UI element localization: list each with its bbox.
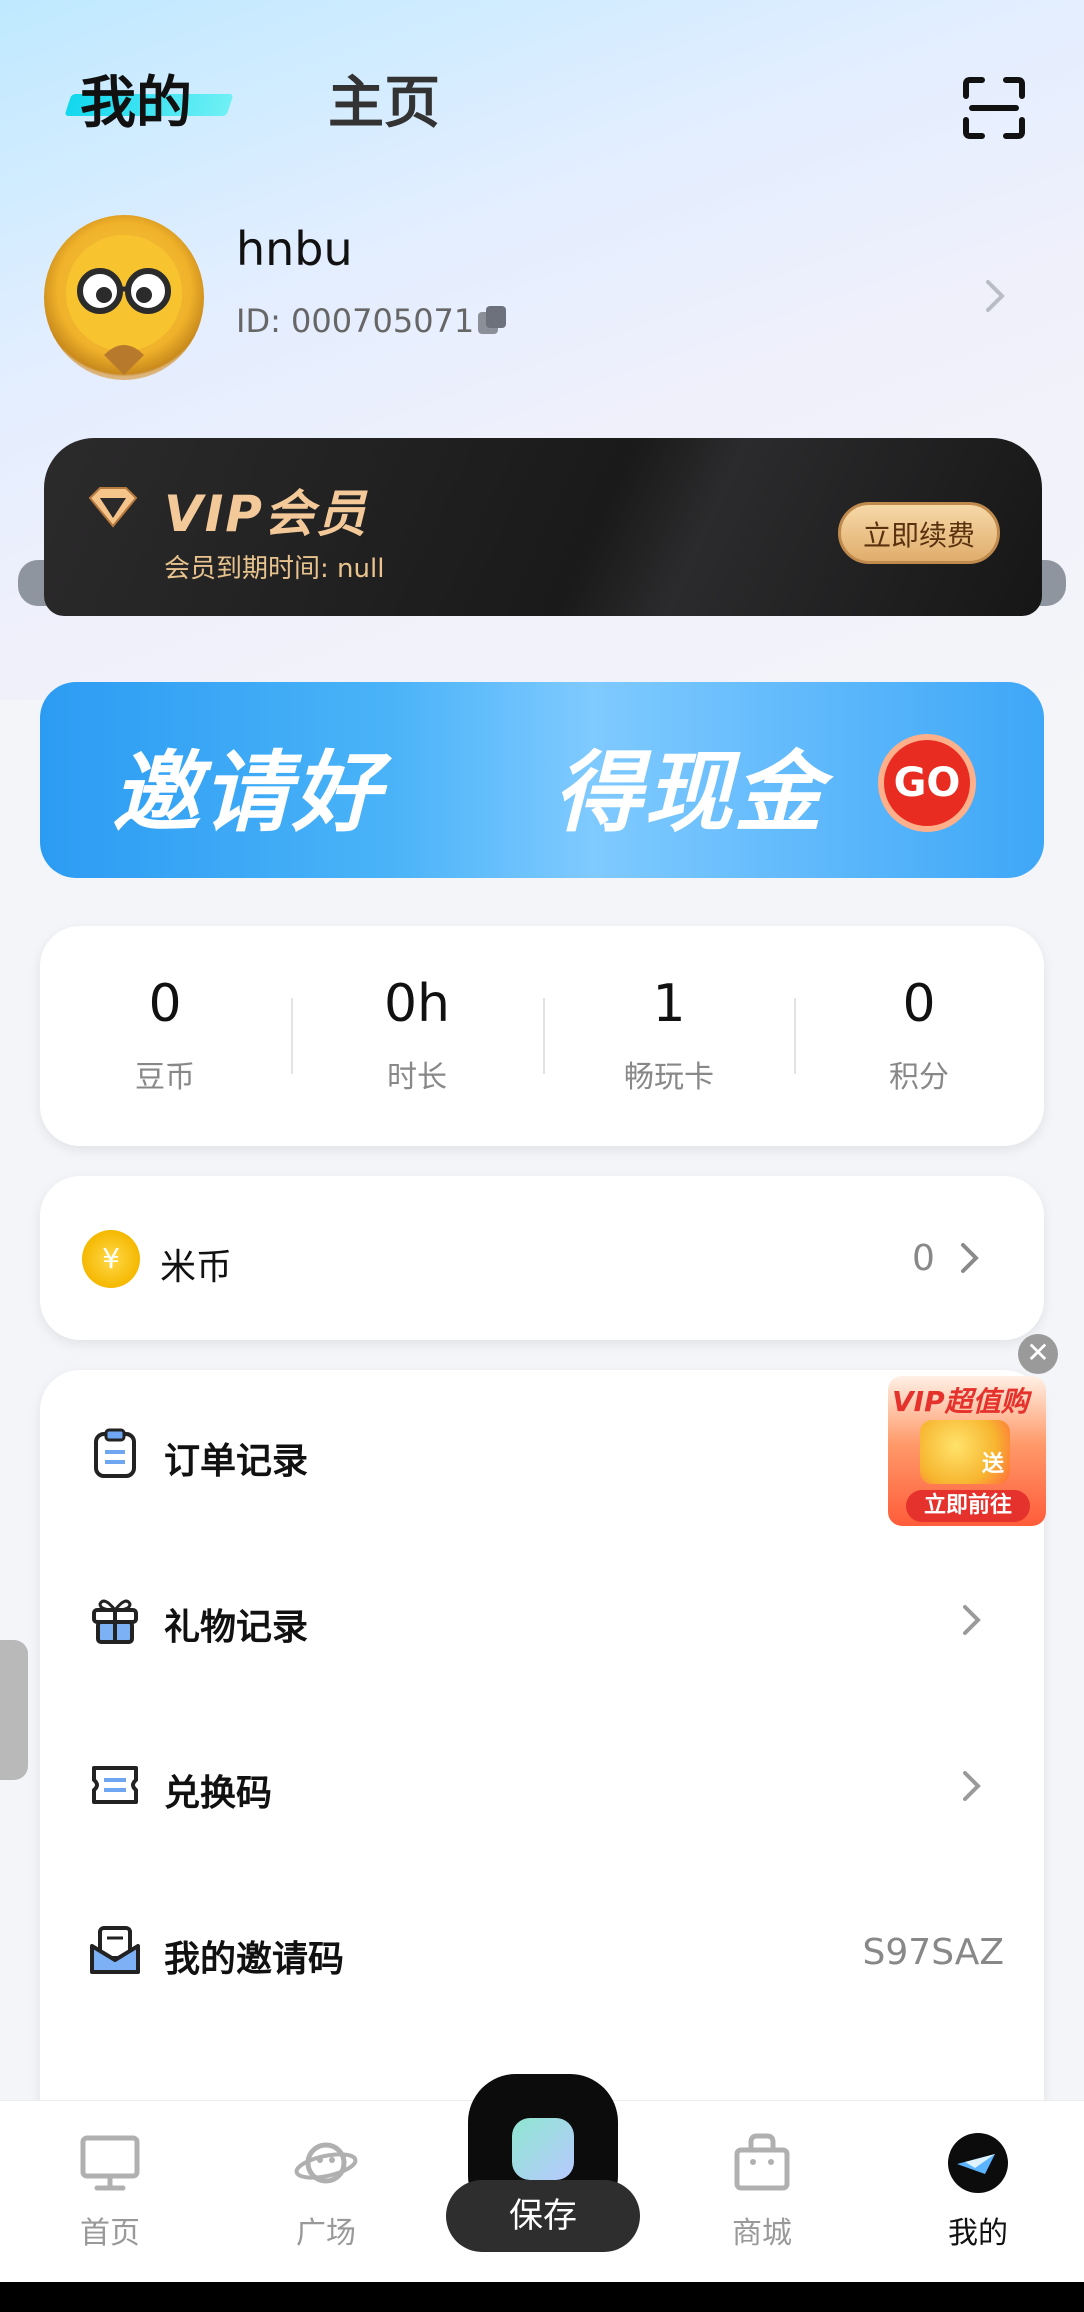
diamond-icon <box>88 487 138 528</box>
vip-expire-text: 会员到期时间: null <box>164 554 385 584</box>
profile-logo-icon <box>948 2133 1008 2193</box>
avatar[interactable] <box>44 215 204 380</box>
stat-item-playcard[interactable]: 1 畅玩卡 <box>544 974 794 1096</box>
menu-item-label: 礼物记录 <box>164 1607 309 1648</box>
chevron-right-icon <box>963 1605 981 1635</box>
shopping-bag-icon <box>734 2133 790 2191</box>
center-orb-icon <box>512 2118 574 2180</box>
promo-go-button[interactable]: 立即前往 <box>906 1490 1030 1522</box>
invite-banner-text-right: 得现金 <box>554 741 825 844</box>
gift-icon <box>92 1599 138 1644</box>
ticket-icon <box>92 1766 138 1804</box>
chevron-right-icon[interactable] <box>958 1240 982 1276</box>
stat-label: 时长 <box>387 1060 447 1095</box>
go-button[interactable]: GO <box>878 734 976 832</box>
nav-label: 首页 <box>80 2216 140 2251</box>
gift-box-icon: 送 <box>920 1420 1010 1484</box>
coin-icon: ¥ <box>82 1230 140 1288</box>
nav-item-home[interactable]: 首页 <box>30 2130 190 2252</box>
side-drawer-handle[interactable] <box>0 1640 28 1780</box>
planet-icon <box>294 2142 358 2184</box>
renew-button[interactable]: 立即续费 <box>838 502 1000 564</box>
nav-item-square[interactable]: 广场 <box>246 2130 406 2252</box>
save-button[interactable]: 保存 <box>446 2180 640 2252</box>
stat-label: 积分 <box>889 1060 949 1095</box>
stat-item-points[interactable]: 0 积分 <box>794 974 1044 1096</box>
nav-label: 商城 <box>732 2216 792 2251</box>
menu-item-redeem-code[interactable]: 兑换码 <box>40 1702 1044 1868</box>
copy-icon[interactable] <box>474 302 510 338</box>
menu-item-label: 我的邀请码 <box>164 1939 345 1980</box>
promo-title: VIP超值购 <box>892 1385 1029 1418</box>
invite-code-value: S97SAZ <box>862 1932 1004 1973</box>
tab-home[interactable]: 主页 <box>328 58 440 139</box>
stat-label: 豆币 <box>135 1060 195 1095</box>
menu-item-label: 兑换码 <box>164 1773 273 1814</box>
user-id: ID: 000705071 <box>236 302 475 340</box>
stat-value: 0 <box>148 974 182 1034</box>
avatar-face-icon <box>66 235 182 375</box>
stat-value: 0h <box>383 974 451 1034</box>
username: hnbu <box>236 222 353 276</box>
vip-title: VIP会员 <box>164 485 368 543</box>
menu-item-gifts[interactable]: 礼物记录 <box>40 1536 1044 1702</box>
stat-value: 1 <box>652 974 686 1034</box>
close-icon[interactable]: ✕ <box>1018 1334 1058 1374</box>
promo-gift-text: 送 <box>981 1452 1004 1477</box>
coin-label: 米币 <box>160 1247 233 1288</box>
clipboard-icon <box>94 1428 136 1478</box>
menu-item-label: 订单记录 <box>164 1441 309 1482</box>
nav-label: 广场 <box>296 2216 356 2251</box>
stat-item-beans[interactable]: 0 豆币 <box>40 974 290 1096</box>
nav-item-mine[interactable]: 我的 <box>898 2130 1058 2252</box>
stat-value: 0 <box>902 974 936 1034</box>
tab-mine[interactable]: 我的 <box>80 58 192 139</box>
nav-item-shop[interactable]: 商城 <box>682 2130 842 2252</box>
invite-banner-text-left: 邀请好 <box>112 741 383 844</box>
menu-item-invite-code[interactable]: 我的邀请码 S97SAZ <box>40 1868 1044 2034</box>
chevron-right-icon[interactable] <box>982 276 1010 316</box>
system-navigation-bar <box>0 2282 1084 2312</box>
stat-label: 畅玩卡 <box>624 1060 714 1095</box>
chevron-right-icon <box>963 1771 981 1801</box>
nav-label: 我的 <box>948 2216 1008 2251</box>
scan-icon[interactable] <box>962 76 1026 140</box>
stat-item-duration[interactable]: 0h 时长 <box>292 974 542 1096</box>
monitor-icon <box>80 2135 140 2191</box>
coin-value: 0 <box>912 1238 935 1279</box>
envelope-icon <box>90 1926 140 1974</box>
